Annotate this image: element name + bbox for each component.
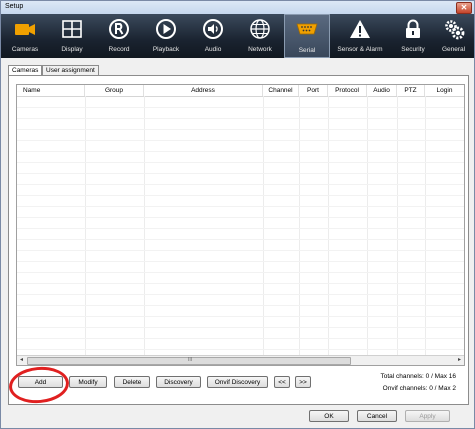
- column-header-group[interactable]: Group: [85, 85, 144, 96]
- toolbar-label: Display: [61, 46, 83, 53]
- main-toolbar: Cameras Display Record Playback Audio Ne…: [1, 14, 474, 58]
- grid-row-line: [17, 206, 464, 207]
- column-header-protocol[interactable]: Protocol: [328, 85, 367, 96]
- previous-page-button[interactable]: <<: [274, 376, 290, 388]
- setup-window: Setup ✕ Cameras Display Record Playback …: [0, 0, 475, 429]
- grid-row-line: [17, 184, 464, 185]
- grid-row-line: [17, 316, 464, 317]
- apply-button[interactable]: Apply: [405, 410, 450, 422]
- toolbar-label: Network: [248, 46, 272, 53]
- grid-row-line: [17, 195, 464, 196]
- toolbar-label: General: [441, 46, 466, 53]
- grid-row-line: [17, 151, 464, 152]
- delete-button[interactable]: Delete: [114, 376, 150, 388]
- horizontal-scrollbar[interactable]: ◂ III ▸: [17, 355, 464, 365]
- column-header-name[interactable]: Name: [17, 85, 85, 96]
- total-channels-text: Total channels: 0 / Max 16: [380, 373, 456, 380]
- grid-row-line: [17, 107, 464, 108]
- discovery-button[interactable]: Discovery: [156, 376, 201, 388]
- toolbar-item-audio[interactable]: Audio: [190, 14, 236, 58]
- audio-icon: [203, 19, 223, 39]
- toolbar-label: Serial: [298, 47, 316, 54]
- toolbar-item-serial[interactable]: Serial: [284, 14, 330, 58]
- display-grid-icon: [62, 20, 82, 38]
- grid-row-line: [17, 338, 464, 339]
- onvif-channels-text: Onvif channels: 0 / Max 2: [382, 385, 456, 392]
- scrollbar-thumb[interactable]: III: [27, 357, 351, 365]
- toolbar-item-security[interactable]: Security: [390, 14, 436, 58]
- toolbar-item-cameras[interactable]: Cameras: [2, 14, 48, 58]
- toolbar-label: Playback: [152, 46, 180, 53]
- title-bar: Setup ✕: [1, 1, 474, 15]
- scroll-left-arrow-icon[interactable]: ◂: [17, 356, 26, 365]
- alarm-warning-icon: [350, 20, 370, 38]
- grid-row-line: [17, 349, 464, 350]
- column-header-login[interactable]: Login: [425, 85, 464, 96]
- toolbar-label: Audio: [204, 46, 222, 53]
- grid-row-line: [17, 272, 464, 273]
- window-title: Setup: [5, 3, 24, 10]
- grid-row-line: [17, 217, 464, 218]
- cancel-button[interactable]: Cancel: [357, 410, 397, 422]
- grid-row-line: [17, 327, 464, 328]
- grid-row-line: [17, 129, 464, 130]
- onvif-discovery-button[interactable]: Onvif Discovery: [207, 376, 268, 388]
- gears-icon: [444, 20, 464, 40]
- scroll-right-arrow-icon[interactable]: ▸: [455, 356, 464, 365]
- camera-table[interactable]: Name Group Address Channel Port Protocol…: [16, 84, 465, 366]
- grid-row-line: [17, 294, 464, 295]
- ok-button[interactable]: OK: [309, 410, 349, 422]
- serial-port-icon: [296, 23, 318, 35]
- cameras-panel: Name Group Address Channel Port Protocol…: [8, 75, 469, 405]
- grid-row-line: [17, 140, 464, 141]
- toolbar-item-sensor-alarm[interactable]: Sensor & Alarm: [331, 14, 389, 58]
- record-icon: [109, 19, 129, 39]
- toolbar-label: Cameras: [11, 46, 39, 53]
- playback-icon: [156, 19, 176, 39]
- toolbar-item-playback[interactable]: Playback: [143, 14, 189, 58]
- toolbar-item-display[interactable]: Display: [49, 14, 95, 58]
- scrollbar-grip: III: [188, 357, 193, 363]
- next-page-button[interactable]: >>: [295, 376, 311, 388]
- grid-row-line: [17, 261, 464, 262]
- lock-icon: [406, 19, 420, 38]
- column-header-channel[interactable]: Channel: [263, 85, 299, 96]
- network-globe-icon: [250, 19, 270, 39]
- toolbar-label: Security: [401, 46, 425, 53]
- toolbar-item-general[interactable]: General: [433, 14, 474, 58]
- grid-row-line: [17, 250, 464, 251]
- column-header-audio[interactable]: Audio: [367, 85, 397, 96]
- column-header-port[interactable]: Port: [299, 85, 328, 96]
- toolbar-label: Sensor & Alarm: [337, 46, 383, 53]
- close-button[interactable]: ✕: [456, 2, 472, 14]
- toolbar-item-record[interactable]: Record: [96, 14, 142, 58]
- grid-row-line: [17, 239, 464, 240]
- toolbar-label: Record: [108, 46, 130, 53]
- column-header-ptz[interactable]: PTZ: [397, 85, 425, 96]
- column-header-address[interactable]: Address: [144, 85, 263, 96]
- grid-row-line: [17, 162, 464, 163]
- camera-icon: [15, 24, 35, 35]
- grid-row-line: [17, 173, 464, 174]
- toolbar-item-network[interactable]: Network: [237, 14, 283, 58]
- grid-row-line: [17, 228, 464, 229]
- grid-row-line: [17, 305, 464, 306]
- grid-row-line: [17, 283, 464, 284]
- modify-button[interactable]: Modify: [69, 376, 107, 388]
- grid-row-line: [17, 118, 464, 119]
